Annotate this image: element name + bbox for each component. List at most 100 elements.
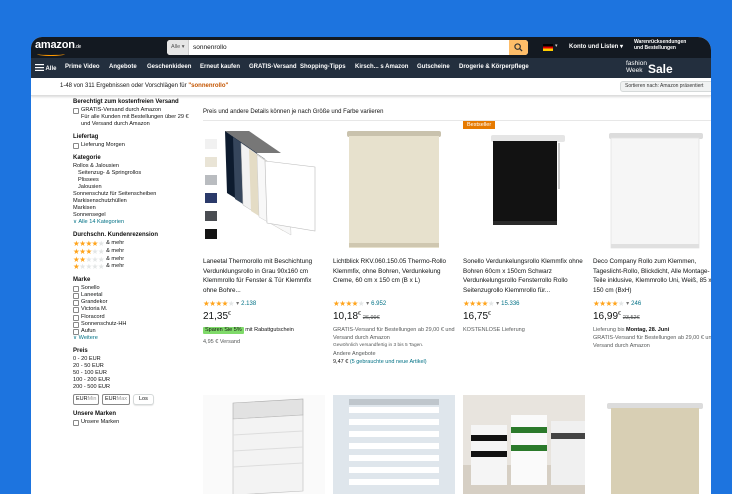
price-heading: Preis <box>73 348 88 355</box>
price-range-link[interactable]: 0 - 20 EUR <box>73 356 193 363</box>
brand-checkbox[interactable]: Laneetal <box>73 292 193 299</box>
category-link[interactable]: Jalousien <box>73 184 193 191</box>
product-image[interactable] <box>333 127 455 251</box>
brand-checkbox[interactable]: Floracord <box>73 314 193 321</box>
category-link[interactable]: Rollos & Jalousien <box>73 163 193 170</box>
all-menu-button[interactable]: Alle <box>35 64 56 72</box>
search-bar: Alle ▾ sonnenrollo <box>167 40 528 55</box>
category-heading: Kategorie <box>73 155 101 162</box>
product-rating[interactable]: ★★★★★ ▾ 6.952 <box>333 299 386 308</box>
product-info: Lieferung bis Montag, 28. Juni GRATIS-Ve… <box>593 327 711 349</box>
product-price[interactable]: 21,35€ <box>203 311 231 322</box>
brand-checkbox[interactable]: Victoria M. <box>73 306 193 314</box>
free-shipping-checkbox[interactable]: GRATIS-Versand durch Amazon <box>73 107 193 114</box>
brand-checkbox[interactable]: Grandekor <box>73 299 193 307</box>
product-image[interactable] <box>203 395 325 494</box>
star-rating-icon: ★★★★★ <box>593 299 625 308</box>
bestseller-badge: Bestseller <box>463 121 496 129</box>
product-rating[interactable]: ★★★★★ ▾ 2.138 <box>203 299 256 308</box>
product-title[interactable]: Laneetal Thermorollo mit Beschichtung Ve… <box>203 257 325 297</box>
price-range-link[interactable]: 200 - 500 EUR <box>73 384 193 391</box>
coupon-badge[interactable]: Sparen Sie 5% <box>203 327 244 334</box>
product-price[interactable]: 16,75€ <box>463 311 491 322</box>
product-rating[interactable]: ★★★★★ ▾ 15.336 <box>463 299 520 308</box>
product-rating[interactable]: ★★★★★ ▾ 246 <box>593 299 641 308</box>
product-title[interactable]: Lichtblick RKV.060.150.05 Thermo-Rollo K… <box>333 257 455 297</box>
our-brands-heading: Unsere Marken <box>73 411 117 418</box>
chevron-down-icon: ▾ <box>555 43 558 49</box>
price-go-button[interactable]: Los <box>133 394 154 406</box>
category-link[interactable]: Seitenzug- & Springrollos <box>73 170 193 177</box>
brand-checkbox[interactable]: Sonello <box>73 285 193 292</box>
divider <box>203 120 711 121</box>
price-range-link[interactable]: 100 - 200 EUR <box>73 377 193 384</box>
nav-item-angebote[interactable]: Angebote <box>109 64 137 70</box>
product-image[interactable] <box>463 395 585 494</box>
star-rating-icon: ★★★★★ <box>463 299 495 308</box>
price-range-link[interactable]: 20 - 50 EUR <box>73 363 193 370</box>
brand-heading: Marke <box>73 276 91 283</box>
review-heading: Durchschn. Kundenrezension <box>73 232 159 239</box>
all-categories-link[interactable]: ∨ Alle 14 Kategorien <box>73 219 193 226</box>
category-link[interactable]: Sonnenschutz für Seitenscheiben <box>73 191 193 198</box>
product-price[interactable]: 10,18€26,99€ <box>333 311 380 322</box>
category-link[interactable]: Sonnensegel <box>73 212 193 219</box>
product-image[interactable] <box>593 127 711 251</box>
nav-item-erneut-kaufen[interactable]: Erneut kaufen <box>200 64 240 70</box>
price-range-link[interactable]: 50 - 100 EUR <box>73 370 193 377</box>
nav-item-prime-video[interactable]: Prime Video <box>65 64 100 70</box>
account-menu[interactable]: Konto und Listen ▾ <box>569 43 623 50</box>
product-info: KOSTENLOSE Lieferung <box>463 327 525 333</box>
product-image[interactable] <box>463 127 585 251</box>
product-info: Sparen Sie 5% mit Rabattgutschein 4,95 €… <box>203 327 294 345</box>
results-count: 1-48 von 311 Ergebnissen oder Vorschläge… <box>60 83 229 89</box>
more-brands-link[interactable]: ∨ Weitere <box>73 335 193 342</box>
search-button[interactable] <box>509 40 528 55</box>
max-price-input[interactable]: EURMax <box>102 394 130 406</box>
sort-dropdown[interactable]: Sortieren nach: Amazon präsentiert <box>620 81 711 92</box>
nav-item-shopping-tipps[interactable]: Shopping-Tipps <box>300 64 346 70</box>
delivery-heading: Liefertag <box>73 134 99 141</box>
category-link[interactable]: Markisen <box>73 205 193 212</box>
nav-item-kirsch-amazon[interactable]: Kirsch... s Amazon <box>355 64 408 70</box>
chevron-down-icon: ▾ <box>626 301 630 307</box>
delivery-tomorrow-checkbox[interactable]: Lieferung Morgen <box>73 142 193 150</box>
amazon-logo[interactable]: amazon.de <box>35 39 81 51</box>
price-variation-note: Preis und andere Details können je nach … <box>203 109 384 115</box>
product-image[interactable] <box>333 395 455 494</box>
search-icon <box>514 43 523 52</box>
hamburger-icon <box>35 64 44 71</box>
results-main: Preis und andere Details können je nach … <box>203 97 711 494</box>
search-category-select[interactable]: Alle ▾ <box>167 40 189 55</box>
product-info: GRATIS-Versand für Bestellungen ab 29,00… <box>333 327 455 365</box>
search-input[interactable]: sonnenrollo <box>193 40 493 55</box>
product-image[interactable] <box>203 127 325 251</box>
brand-checkbox[interactable]: Aufun <box>73 328 193 335</box>
min-price-input[interactable]: EURMin <box>73 394 99 406</box>
free-shipping-heading: Berechtigt zum kostenfreien Versand <box>73 99 179 105</box>
product-image[interactable] <box>593 395 711 494</box>
sale-promo[interactable]: Sale <box>648 62 673 76</box>
nav-item-gratis-versand[interactable]: GRATIS-Versand <box>249 64 297 70</box>
product-title[interactable]: Deco Company Rollo zum Klemmen, Tageslic… <box>593 257 711 297</box>
category-link[interactable]: Markisenschutzhüllen <box>73 198 193 205</box>
orders-link[interactable]: Warenrücksendungen und Bestellungen <box>634 39 704 51</box>
our-brands-checkbox[interactable]: Unsere Marken <box>73 419 193 427</box>
nav-item-geschenkideen[interactable]: Geschenkideen <box>147 64 191 70</box>
nav-item-gutscheine[interactable]: Gutscheine <box>417 64 450 70</box>
browser-window: amazon.de Alle ▾ sonnenrollo ▾ Konto und… <box>31 37 711 494</box>
product-price[interactable]: 16,99€23,52€ <box>593 311 640 322</box>
chevron-down-icon: ▾ <box>366 301 370 307</box>
brand-checkbox[interactable]: Sonnenschutz-HH <box>73 321 193 328</box>
other-offers-link[interactable]: (5 gebrauchte und neue Artikel) <box>350 359 427 365</box>
german-flag-icon[interactable] <box>543 44 553 51</box>
fashion-week-promo[interactable]: fashion Week <box>626 60 647 74</box>
nav-item-drogerie[interactable]: Drogerie & Körperpflege <box>459 64 529 70</box>
amazon-logo-smile <box>37 52 65 56</box>
rating-filter-1[interactable]: ★★★★★ & mehr <box>73 263 193 271</box>
filter-sidebar: Berechtigt zum kostenfreien Versand GRAT… <box>73 99 193 432</box>
category-link[interactable]: Plissees <box>73 177 193 184</box>
results-bar: 1-48 von 311 Ergebnissen oder Vorschläge… <box>31 78 711 96</box>
amazon-header: amazon.de Alle ▾ sonnenrollo ▾ Konto und… <box>31 37 711 58</box>
product-title[interactable]: Sonello Verdunkelungsrollo Klemmfix ohne… <box>463 257 585 297</box>
